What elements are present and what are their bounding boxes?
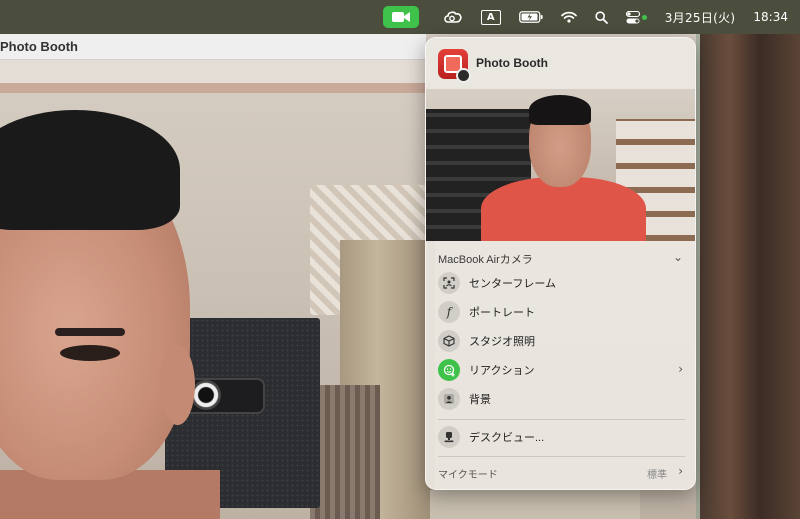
creative-cloud-menu[interactable] <box>434 0 472 34</box>
chevron-down-icon[interactable]: ⌄ <box>673 250 683 264</box>
background-icon <box>438 388 460 410</box>
creative-cloud-icon <box>443 11 462 23</box>
divider <box>438 419 685 420</box>
shelf <box>430 490 640 519</box>
input-source-icon: A <box>480 9 501 25</box>
wifi-icon <box>560 11 577 23</box>
search-icon <box>595 10 608 24</box>
person-eyebrow <box>55 328 125 336</box>
center-stage-item[interactable]: センターフレーム <box>434 269 689 297</box>
center-stage-icon <box>438 272 460 294</box>
spotlight-menu[interactable] <box>586 0 617 34</box>
chevron-right-icon: › <box>678 362 683 376</box>
chevron-right-icon[interactable]: › <box>678 464 683 478</box>
person-eye <box>60 345 120 361</box>
camera-preview <box>426 89 695 241</box>
mic-mode-value: 標準 <box>647 470 667 481</box>
reactions-icon <box>438 359 460 381</box>
menu-bar-time[interactable]: 18:34 <box>744 0 788 34</box>
wall-molding <box>0 83 430 93</box>
ceiling <box>0 60 430 84</box>
studio-light-icon <box>438 330 460 352</box>
wifi-menu[interactable] <box>552 0 586 34</box>
menu-bar-status-items: A 3月25日(火) 18:34 <box>374 0 788 34</box>
mic-mode-label[interactable]: マイクモード <box>438 466 498 481</box>
desk-view-item[interactable]: デスクビュー... <box>434 423 689 451</box>
studio-light-item[interactable]: スタジオ照明 <box>434 327 689 355</box>
popover-header: Photo Booth <box>426 38 695 88</box>
desk-view-icon <box>438 426 460 448</box>
control-center-menu[interactable] <box>617 0 656 34</box>
background-label: 背景 <box>469 394 491 406</box>
studio-light-label: スタジオ照明 <box>469 336 535 348</box>
background-item[interactable]: 背景 <box>434 385 689 413</box>
camera-section-title: MacBook Airカメラ <box>438 254 533 266</box>
battery-menu[interactable] <box>510 0 552 34</box>
control-center-icon <box>625 10 640 23</box>
desk-view-label: デスクビュー... <box>469 432 545 444</box>
stand <box>310 385 380 519</box>
facetime-indicator[interactable] <box>374 0 434 34</box>
divider <box>438 456 685 457</box>
reactions-label: リアクション <box>469 365 535 377</box>
photo-booth-titlebar[interactable]: Photo Booth <box>0 34 426 60</box>
menu-bar: A 3月25日(火) 18:34 <box>0 0 800 34</box>
portrait-label: ポートレート <box>469 307 535 319</box>
menu-bar-date[interactable]: 3月25日(火) <box>656 0 745 34</box>
input-source-menu[interactable]: A <box>472 0 510 34</box>
facetime-camera-icon <box>382 6 419 28</box>
person-ear <box>160 345 195 425</box>
camera-in-use-indicator <box>641 14 647 20</box>
camera-lens <box>191 380 221 410</box>
photo-booth-app-icon <box>438 49 471 83</box>
portrait-icon: f <box>438 301 460 323</box>
popover-app-name: Photo Booth <box>476 56 548 70</box>
reactions-item[interactable]: リアクション › <box>434 356 689 384</box>
tree-trunk <box>700 24 800 519</box>
video-effects-popover: Photo Booth MacBook Airカメラ ⌄ センターフレーム f … <box>425 37 696 490</box>
window-title: Photo Booth <box>0 39 78 54</box>
battery-icon <box>518 11 543 23</box>
preview-person-hair <box>529 95 591 125</box>
portrait-item[interactable]: f ポートレート <box>434 298 689 326</box>
center-stage-label: センターフレーム <box>469 278 557 290</box>
